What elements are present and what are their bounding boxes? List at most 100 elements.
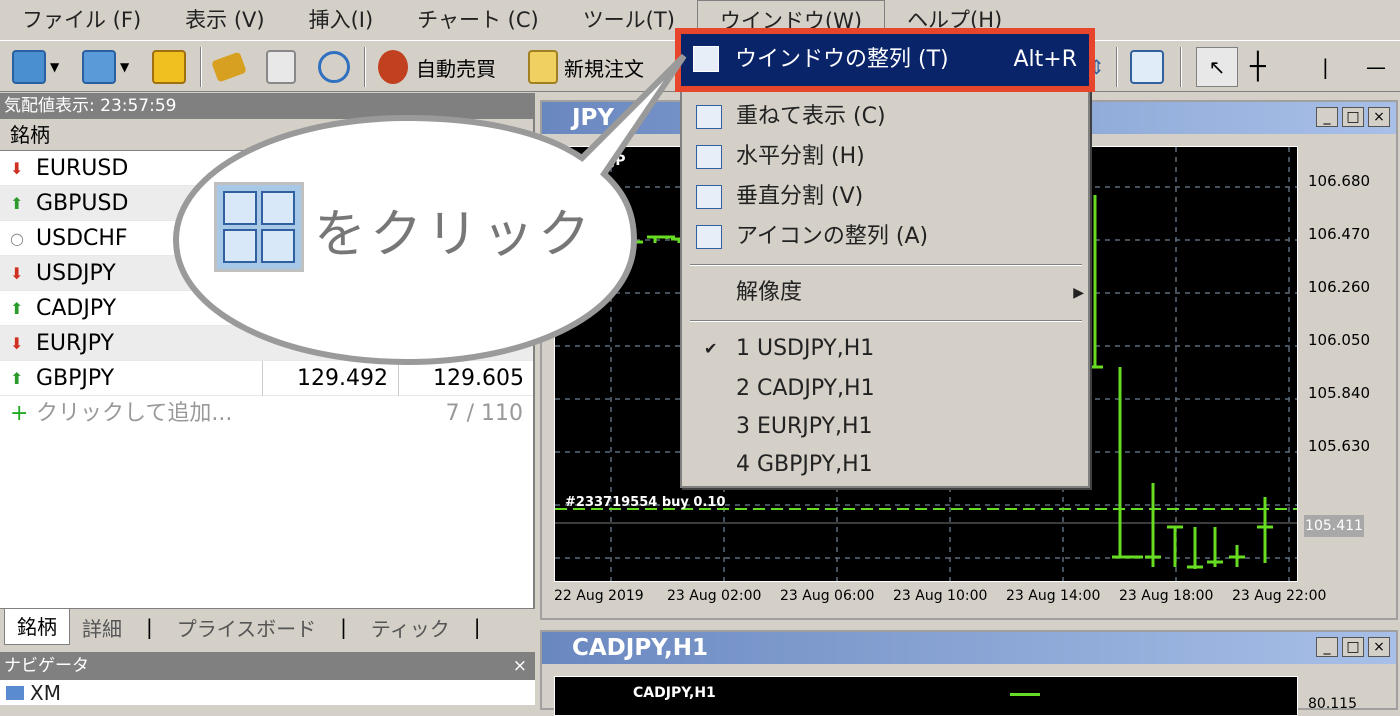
menu-arrange-icons[interactable]: アイコンの整列 (A) [682, 218, 1088, 256]
minimize-icon[interactable]: _ [1316, 637, 1338, 657]
new-order-label: 新規注文 [564, 56, 644, 81]
add-symbol-label: クリックして追加... [36, 401, 233, 426]
vertical-line-icon: | [1322, 55, 1329, 79]
new-order-icon [528, 50, 558, 84]
chart-window-cadjpy: CADJPY,H1 _ □ × CADJPY,H1 80.115 [540, 630, 1398, 716]
minimize-icon[interactable]: _ [1316, 107, 1338, 127]
time-tick: 22 Aug 2019 [554, 588, 644, 604]
tab-symbols[interactable]: 銘柄 [4, 609, 70, 645]
menu-tile-windows-highlight[interactable]: ウインドウの整列 (T) Alt+R [675, 28, 1095, 92]
auto-trading-button[interactable]: 自動売買 [378, 49, 496, 85]
data-window-button[interactable] [211, 49, 247, 85]
add-symbol-row[interactable]: + クリックして追加... 7 / 110 [0, 396, 533, 431]
time-tick: 23 Aug 14:00 [1006, 588, 1101, 604]
horizontal-line-button[interactable]: — [1366, 49, 1386, 85]
menu-window-2[interactable]: 2 CADJPY,H1 [682, 370, 1088, 408]
tile-windows-shortcut: Alt+R [1013, 47, 1077, 72]
arrange-icons-icon [696, 225, 722, 249]
price-tick: 106.680 [1308, 172, 1371, 190]
tile-vertical-icon [696, 185, 722, 209]
maximize-icon[interactable]: □ [1342, 637, 1364, 657]
market-watch-tabs: 銘柄 詳細 | プライスボード | ティック | [0, 608, 535, 645]
chart-plot-area-cadjpy[interactable]: CADJPY,H1 [554, 676, 1298, 716]
up-arrow-icon: ⬆ [10, 299, 24, 318]
symbol-count: 7 / 110 [445, 401, 523, 426]
tile-horizontal-icon [696, 145, 722, 169]
menu-tile-vertical[interactable]: 垂直分割 (V) [682, 178, 1088, 216]
tab-details[interactable]: 詳細 [70, 613, 134, 642]
menu-window-3[interactable]: 3 EURJPY,H1 [682, 408, 1088, 446]
new-chart-button[interactable]: ▼ [12, 49, 59, 85]
time-tick: 23 Aug 22:00 [1232, 588, 1327, 604]
crosshair-icon: ┼ [1250, 52, 1266, 82]
symbol-name: CADJPY [36, 296, 117, 321]
price-tick: 105.630 [1308, 437, 1371, 455]
tile-windows-label: ウインドウの整列 (T) [735, 47, 949, 72]
close-icon[interactable]: × [1368, 107, 1390, 127]
tab-price-board[interactable]: プライスボード [165, 613, 328, 642]
down-arrow-icon: ⬇ [10, 159, 24, 178]
menu-chart[interactable]: チャート (C) [395, 0, 561, 40]
menu-tile-horizontal[interactable]: 水平分割 (H) [682, 138, 1088, 176]
menu-resolution[interactable]: 解像度 ▶ [682, 274, 1088, 312]
dollar-icon [152, 50, 186, 84]
neutral-icon: ○ [10, 229, 24, 248]
current-price-tag: 105.411 [1304, 515, 1364, 537]
navigator-item-xm[interactable]: XM [0, 680, 535, 706]
menu-window-1[interactable]: ✔ 1 USDJPY,H1 [682, 330, 1088, 368]
tile-windows-large-icon [214, 182, 304, 272]
close-icon[interactable]: × [1368, 637, 1390, 657]
tile-windows-icon [693, 46, 719, 72]
symbol-name: EURJPY [36, 331, 114, 356]
chart-title-bar-cadjpy[interactable]: CADJPY,H1 _ □ × [542, 632, 1396, 664]
symbol-name: GBPJPY [36, 366, 115, 391]
up-arrow-icon: ⬆ [10, 369, 24, 388]
navigator-button[interactable] [266, 49, 296, 85]
new-order-button[interactable]: 新規注文 [528, 49, 644, 85]
symbol-name: USDJPY [36, 261, 116, 286]
checkmark-icon: ✔ [704, 339, 718, 358]
time-tick: 23 Aug 18:00 [1119, 588, 1214, 604]
crosshair-button[interactable]: ┼ [1250, 49, 1266, 85]
cursor-button[interactable]: ↖ [1196, 47, 1238, 87]
price-tick: 105.840 [1308, 384, 1371, 402]
symbol-name: EURUSD [36, 156, 129, 181]
tab-ticks[interactable]: ティック [359, 613, 462, 642]
folder-icon [266, 50, 296, 84]
navigator-title-text: ナビゲータ [4, 656, 89, 676]
price-tick: 106.260 [1308, 278, 1371, 296]
menu-view[interactable]: 表示 (V) [163, 0, 286, 40]
plus-icon: + [10, 401, 29, 426]
menu-cascade[interactable]: 重ねて表示 (C) [682, 98, 1088, 136]
vertical-line-button[interactable]: | [1322, 49, 1329, 85]
market-watch-button[interactable] [152, 49, 186, 85]
window-menu-dropdown: 重ねて表示 (C) 水平分割 (H) 垂直分割 (V) アイコンの整列 (A) … [680, 30, 1090, 488]
cursor-icon: ↖ [1208, 55, 1226, 79]
templates-button[interactable] [1130, 49, 1164, 85]
symbol-name: USDCHF [36, 226, 128, 251]
auto-trade-label: 自動売買 [416, 56, 496, 81]
profiles-icon [82, 50, 116, 84]
gold-icon [211, 51, 247, 83]
chart-symbol-label-cadjpy: CADJPY,H1 [633, 685, 716, 701]
profiles-button[interactable]: ▼ [82, 49, 129, 85]
navigator-panel: ナビゲータ × XM [0, 652, 535, 705]
cascade-icon [696, 105, 722, 129]
chart-title-cadjpy: CADJPY,H1 [572, 635, 709, 661]
submenu-arrow-icon: ▶ [1073, 285, 1084, 301]
template-icon [1130, 50, 1164, 84]
new-chart-icon [12, 50, 46, 84]
close-icon[interactable]: × [513, 652, 527, 680]
time-tick: 23 Aug 02:00 [667, 588, 762, 604]
down-arrow-icon: ⬇ [10, 334, 24, 353]
time-tick: 23 Aug 10:00 [893, 588, 988, 604]
callout-text: をクリック [314, 205, 595, 265]
auto-trade-icon [378, 50, 408, 84]
menu-file[interactable]: ファイル (F) [0, 0, 163, 40]
signal-icon [318, 51, 350, 83]
menu-window-4[interactable]: 4 GBPJPY,H1 [682, 446, 1088, 484]
signals-button[interactable] [318, 49, 350, 85]
up-arrow-icon: ⬆ [10, 194, 24, 213]
maximize-icon[interactable]: □ [1342, 107, 1364, 127]
menu-insert[interactable]: 挿入(I) [287, 0, 396, 40]
